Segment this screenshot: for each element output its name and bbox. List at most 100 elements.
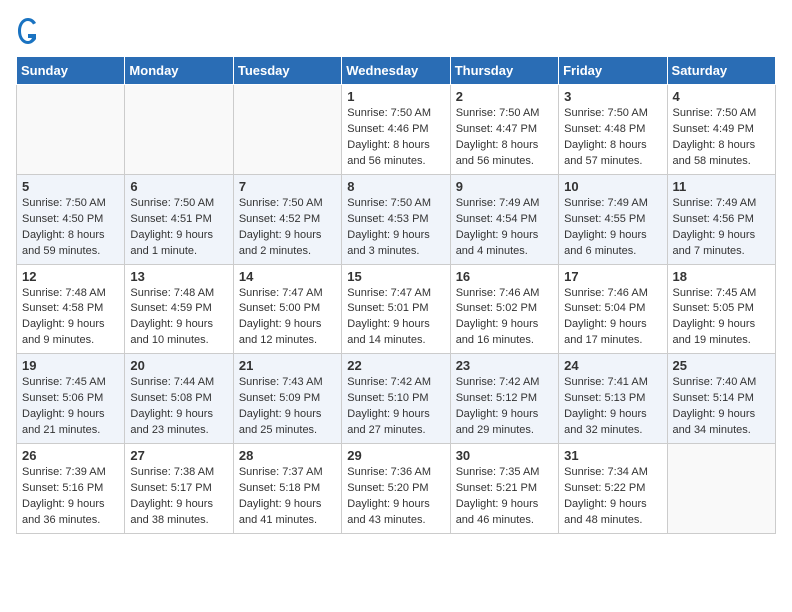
calendar-cell: 21 Sunrise: 7:43 AM Sunset: 5:09 PM Dayli…	[233, 354, 341, 444]
day-info: Sunrise: 7:35 AM Sunset: 5:21 PM Dayligh…	[456, 465, 553, 529]
day-number: 2	[456, 89, 553, 104]
calendar-cell: 25 Sunrise: 7:40 AM Sunset: 5:14 PM Dayli…	[667, 354, 775, 444]
day-number: 30	[456, 448, 553, 463]
calendar-cell: 23 Sunrise: 7:42 AM Sunset: 5:12 PM Dayli…	[450, 354, 558, 444]
day-info: Sunrise: 7:49 AM Sunset: 4:56 PM Dayligh…	[673, 196, 770, 260]
day-info: Sunrise: 7:47 AM Sunset: 5:01 PM Dayligh…	[347, 286, 444, 350]
column-header-tuesday: Tuesday	[233, 57, 341, 85]
day-number: 31	[564, 448, 661, 463]
day-info: Sunrise: 7:48 AM Sunset: 4:59 PM Dayligh…	[130, 286, 227, 350]
day-number: 9	[456, 179, 553, 194]
day-number: 23	[456, 358, 553, 373]
day-number: 27	[130, 448, 227, 463]
calendar-week-row: 5 Sunrise: 7:50 AM Sunset: 4:50 PM Daylig…	[17, 174, 776, 264]
day-number: 12	[22, 269, 119, 284]
day-number: 20	[130, 358, 227, 373]
day-info: Sunrise: 7:46 AM Sunset: 5:04 PM Dayligh…	[564, 286, 661, 350]
calendar-table: SundayMondayTuesdayWednesdayThursdayFrid…	[16, 56, 776, 534]
day-info: Sunrise: 7:42 AM Sunset: 5:10 PM Dayligh…	[347, 375, 444, 439]
day-info: Sunrise: 7:43 AM Sunset: 5:09 PM Dayligh…	[239, 375, 336, 439]
calendar-cell: 6Sunrise: 7:50 AM Sunset: 4:51 PM Daylig…	[125, 174, 233, 264]
calendar-cell: 26 Sunrise: 7:39 AM Sunset: 5:16 PM Dayli…	[17, 444, 125, 534]
day-info: Sunrise: 7:50 AM Sunset: 4:48 PM Dayligh…	[564, 106, 661, 170]
day-number: 8	[347, 179, 444, 194]
column-header-saturday: Saturday	[667, 57, 775, 85]
day-number: 29	[347, 448, 444, 463]
day-number: 11	[673, 179, 770, 194]
day-number: 6	[130, 179, 227, 194]
day-info: Sunrise: 7:41 AM Sunset: 5:13 PM Dayligh…	[564, 375, 661, 439]
day-info: Sunrise: 7:36 AM Sunset: 5:20 PM Dayligh…	[347, 465, 444, 529]
column-header-monday: Monday	[125, 57, 233, 85]
calendar-cell: 8 Sunrise: 7:50 AM Sunset: 4:53 PM Daylig…	[342, 174, 450, 264]
day-number: 18	[673, 269, 770, 284]
calendar-cell: 31 Sunrise: 7:34 AM Sunset: 5:22 PM Dayli…	[559, 444, 667, 534]
calendar-cell: 27 Sunrise: 7:38 AM Sunset: 5:17 PM Dayli…	[125, 444, 233, 534]
day-info: Sunrise: 7:45 AM Sunset: 5:06 PM Dayligh…	[22, 375, 119, 439]
day-info: Sunrise: 7:50 AM Sunset: 4:52 PM Dayligh…	[239, 196, 336, 260]
day-info: Sunrise: 7:50 AM Sunset: 4:50 PM Dayligh…	[22, 196, 119, 260]
day-number: 16	[456, 269, 553, 284]
day-info: Sunrise: 7:50 AM Sunset: 4:46 PM Dayligh…	[347, 106, 444, 170]
day-number: 4	[673, 89, 770, 104]
calendar-cell: 2 Sunrise: 7:50 AM Sunset: 4:47 PM Daylig…	[450, 85, 558, 175]
calendar-cell: 14 Sunrise: 7:47 AM Sunset: 5:00 PM Dayli…	[233, 264, 341, 354]
day-number: 15	[347, 269, 444, 284]
calendar-cell: 9Sunrise: 7:49 AM Sunset: 4:54 PM Daylig…	[450, 174, 558, 264]
day-info: Sunrise: 7:46 AM Sunset: 5:02 PM Dayligh…	[456, 286, 553, 350]
calendar-header-row: SundayMondayTuesdayWednesdayThursdayFrid…	[17, 57, 776, 85]
day-info: Sunrise: 7:34 AM Sunset: 5:22 PM Dayligh…	[564, 465, 661, 529]
day-number: 22	[347, 358, 444, 373]
calendar-cell	[667, 444, 775, 534]
day-info: Sunrise: 7:50 AM Sunset: 4:47 PM Dayligh…	[456, 106, 553, 170]
day-number: 1	[347, 89, 444, 104]
day-number: 10	[564, 179, 661, 194]
calendar-cell: 28Sunrise: 7:37 AM Sunset: 5:18 PM Dayli…	[233, 444, 341, 534]
day-info: Sunrise: 7:49 AM Sunset: 4:55 PM Dayligh…	[564, 196, 661, 260]
calendar-cell: 18 Sunrise: 7:45 AM Sunset: 5:05 PM Dayli…	[667, 264, 775, 354]
day-number: 19	[22, 358, 119, 373]
column-header-friday: Friday	[559, 57, 667, 85]
calendar-cell	[233, 85, 341, 175]
day-info: Sunrise: 7:38 AM Sunset: 5:17 PM Dayligh…	[130, 465, 227, 529]
page-header	[16, 16, 776, 46]
calendar-cell: 30 Sunrise: 7:35 AM Sunset: 5:21 PM Dayli…	[450, 444, 558, 534]
calendar-cell: 29 Sunrise: 7:36 AM Sunset: 5:20 PM Dayli…	[342, 444, 450, 534]
day-number: 25	[673, 358, 770, 373]
calendar-cell: 11 Sunrise: 7:49 AM Sunset: 4:56 PM Dayli…	[667, 174, 775, 264]
calendar-week-row: 12 Sunrise: 7:48 AM Sunset: 4:58 PM Dayli…	[17, 264, 776, 354]
day-info: Sunrise: 7:48 AM Sunset: 4:58 PM Dayligh…	[22, 286, 119, 350]
day-number: 14	[239, 269, 336, 284]
day-info: Sunrise: 7:37 AM Sunset: 5:18 PM Dayligh…	[239, 465, 336, 529]
calendar-cell: 22 Sunrise: 7:42 AM Sunset: 5:10 PM Dayli…	[342, 354, 450, 444]
calendar-cell: 16 Sunrise: 7:46 AM Sunset: 5:02 PM Dayli…	[450, 264, 558, 354]
day-info: Sunrise: 7:47 AM Sunset: 5:00 PM Dayligh…	[239, 286, 336, 350]
day-number: 24	[564, 358, 661, 373]
calendar-cell	[17, 85, 125, 175]
day-number: 7	[239, 179, 336, 194]
logo	[16, 16, 44, 46]
calendar-cell: 13 Sunrise: 7:48 AM Sunset: 4:59 PM Dayli…	[125, 264, 233, 354]
calendar-cell: 17 Sunrise: 7:46 AM Sunset: 5:04 PM Dayli…	[559, 264, 667, 354]
day-info: Sunrise: 7:39 AM Sunset: 5:16 PM Dayligh…	[22, 465, 119, 529]
day-info: Sunrise: 7:50 AM Sunset: 4:53 PM Dayligh…	[347, 196, 444, 260]
calendar-cell: 24 Sunrise: 7:41 AM Sunset: 5:13 PM Dayli…	[559, 354, 667, 444]
day-number: 5	[22, 179, 119, 194]
calendar-cell: 5 Sunrise: 7:50 AM Sunset: 4:50 PM Daylig…	[17, 174, 125, 264]
day-number: 21	[239, 358, 336, 373]
day-number: 17	[564, 269, 661, 284]
column-header-thursday: Thursday	[450, 57, 558, 85]
day-number: 3	[564, 89, 661, 104]
column-header-wednesday: Wednesday	[342, 57, 450, 85]
calendar-cell: 12 Sunrise: 7:48 AM Sunset: 4:58 PM Dayli…	[17, 264, 125, 354]
calendar-cell: 1 Sunrise: 7:50 AM Sunset: 4:46 PM Daylig…	[342, 85, 450, 175]
day-number: 13	[130, 269, 227, 284]
calendar-cell: 7 Sunrise: 7:50 AM Sunset: 4:52 PM Daylig…	[233, 174, 341, 264]
day-info: Sunrise: 7:45 AM Sunset: 5:05 PM Dayligh…	[673, 286, 770, 350]
day-info: Sunrise: 7:42 AM Sunset: 5:12 PM Dayligh…	[456, 375, 553, 439]
calendar-cell: 10 Sunrise: 7:49 AM Sunset: 4:55 PM Dayli…	[559, 174, 667, 264]
day-number: 26	[22, 448, 119, 463]
calendar-week-row: 1 Sunrise: 7:50 AM Sunset: 4:46 PM Daylig…	[17, 85, 776, 175]
day-info: Sunrise: 7:44 AM Sunset: 5:08 PM Dayligh…	[130, 375, 227, 439]
day-info: Sunrise: 7:40 AM Sunset: 5:14 PM Dayligh…	[673, 375, 770, 439]
